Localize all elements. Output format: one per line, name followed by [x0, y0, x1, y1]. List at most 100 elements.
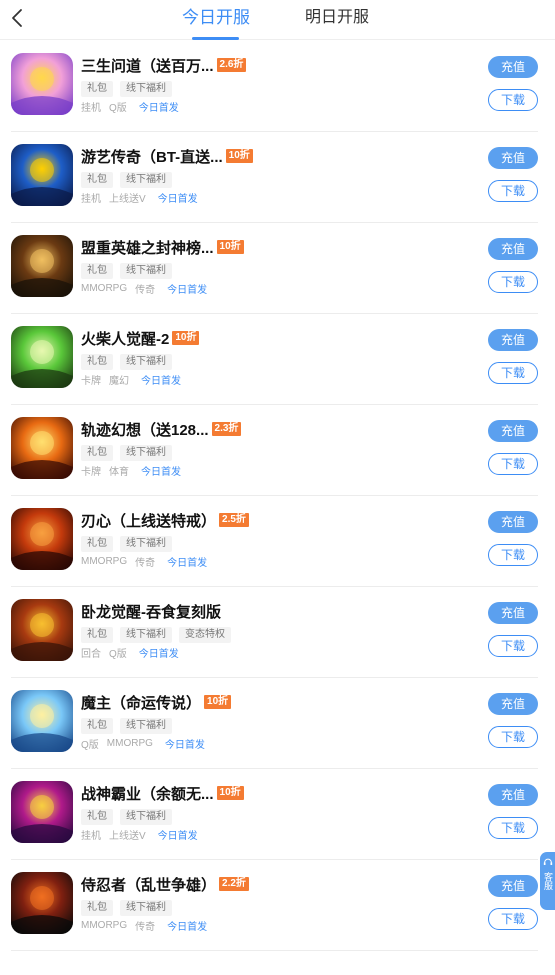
tab-tomorrow[interactable]: 明日开服 [305, 8, 369, 28]
game-app-icon[interactable] [11, 53, 73, 115]
game-tag: 线下福利 [120, 445, 172, 461]
recharge-button[interactable]: 充值 [488, 420, 538, 442]
game-app-icon[interactable] [11, 144, 73, 206]
download-button[interactable]: 下载 [488, 544, 538, 566]
game-tags: 礼包 线下福利 [81, 536, 179, 552]
game-list-item[interactable]: 侍忍者（乱世争雄） 2.2折 礼包 线下福利 MMORPG 传奇 今日首发 充值 下… [11, 860, 538, 951]
game-list-item[interactable]: 盟重英雄之封神榜... 10折 礼包 线下福利 MMORPG 传奇 今日首发 充值 … [11, 223, 538, 314]
game-tag: 礼包 [81, 263, 113, 279]
game-tag: 礼包 [81, 627, 113, 643]
game-meta: 挂机 上线送V 今日首发 [81, 190, 198, 205]
game-list: 三生问道（送百万... 2.6折 礼包 线下福利 挂机 Q版 今日首发 充值 下载 … [0, 41, 555, 951]
download-button[interactable]: 下载 [488, 635, 538, 657]
recharge-button[interactable]: 充值 [488, 147, 538, 169]
first-release-label: 今日首发 [164, 740, 205, 751]
game-list-item[interactable]: 轨迹幻想（送128... 2.3折 礼包 线下福利 卡牌 体育 今日首发 充值 下载 [11, 405, 538, 496]
game-meta: 卡牌 魔幻 今日首发 [81, 372, 181, 387]
recharge-button[interactable]: 充值 [488, 511, 538, 533]
game-tag: 礼包 [81, 445, 113, 461]
game-category: Q版 [109, 649, 127, 660]
game-title-row: 卧龙觉醒-吞食复刻版 [81, 601, 221, 621]
tab-tomorrow-label: 明日开服 [305, 9, 370, 26]
game-app-icon[interactable] [11, 690, 73, 752]
tab-active-underline [192, 37, 239, 40]
customer-service-button[interactable]: 客服 [540, 852, 555, 910]
game-list-item[interactable]: 火柴人觉醒-2 10折 礼包 线下福利 卡牌 魔幻 今日首发 充值 下载 [11, 314, 538, 405]
headset-icon [543, 858, 552, 865]
tab-today-label: 今日开服 [182, 8, 250, 27]
game-category: 传奇 [135, 922, 156, 933]
recharge-button[interactable]: 充值 [488, 238, 538, 260]
game-tag: 线下福利 [120, 809, 172, 825]
game-app-icon[interactable] [11, 599, 73, 661]
game-app-icon[interactable] [11, 872, 73, 934]
discount-badge: 2.6折 [216, 58, 247, 72]
discount-badge: 2.2折 [219, 877, 249, 891]
game-tag: 线下福利 [120, 172, 172, 188]
game-category: 体育 [109, 467, 129, 478]
recharge-button[interactable]: 充值 [488, 329, 538, 351]
download-button[interactable]: 下载 [488, 908, 538, 930]
game-tags: 礼包 线下福利 变态特权 [81, 627, 238, 643]
game-title-row: 魔主（命运传说） 10折 [81, 692, 232, 713]
game-tags: 礼包 线下福利 [81, 718, 179, 734]
recharge-button[interactable]: 充值 [488, 784, 538, 806]
game-title[interactable]: 三生问道（送百万... [81, 55, 214, 76]
download-button[interactable]: 下载 [488, 817, 538, 839]
top-nav-bar: 今日开服 明日开服 [0, 0, 555, 40]
game-title-row: 战神霸业（余额无... 10折 [81, 783, 244, 803]
download-button[interactable]: 下载 [488, 453, 538, 475]
game-tag: 礼包 [81, 718, 113, 734]
game-title[interactable]: 游艺传奇（BT-直送... [81, 146, 223, 167]
game-app-icon[interactable] [11, 235, 73, 297]
game-app-icon[interactable] [11, 508, 73, 570]
customer-service-label: 客服 [543, 872, 553, 890]
game-meta: 卡牌 体育 今日首发 [81, 463, 181, 478]
game-tag: 线下福利 [120, 536, 172, 552]
game-title[interactable]: 侍忍者（乱世争雄） [81, 874, 216, 895]
game-title[interactable]: 盟重英雄之封神榜... [81, 237, 214, 258]
first-release-label: 今日首发 [167, 922, 208, 933]
game-category: 挂机 [81, 831, 101, 842]
game-title[interactable]: 轨迹幻想（送128... [81, 419, 209, 440]
first-release-label: 今日首发 [138, 649, 179, 660]
game-tag: 线下福利 [120, 354, 172, 370]
game-app-icon[interactable] [11, 326, 73, 388]
game-title[interactable]: 魔主（命运传说） [81, 692, 201, 713]
game-tag: 线下福利 [120, 900, 172, 916]
recharge-button[interactable]: 充值 [488, 56, 538, 78]
game-list-item[interactable]: 战神霸业（余额无... 10折 礼包 线下福利 挂机 上线送V 今日首发 充值 下载 [11, 769, 538, 860]
recharge-button[interactable]: 充值 [488, 602, 538, 624]
game-tag: 线下福利 [120, 81, 172, 97]
first-release-label: 今日首发 [157, 831, 198, 842]
game-title[interactable]: 刃心（上线送特戒） [81, 510, 216, 531]
game-category: 魔幻 [109, 376, 129, 387]
game-list-item[interactable]: 卧龙觉醒-吞食复刻版 礼包 线下福利 变态特权 回合 Q版 今日首发 充值 下载 [11, 587, 538, 678]
recharge-button[interactable]: 充值 [488, 693, 538, 715]
download-button[interactable]: 下载 [488, 362, 538, 384]
game-app-icon[interactable] [11, 417, 73, 479]
tab-today[interactable]: 今日开服 [182, 8, 250, 40]
game-list-item[interactable]: 三生问道（送百万... 2.6折 礼包 线下福利 挂机 Q版 今日首发 充值 下载 [11, 41, 538, 132]
download-button[interactable]: 下载 [488, 180, 538, 202]
game-title[interactable]: 战神霸业（余额无... [81, 783, 214, 804]
game-list-item[interactable]: 刃心（上线送特戒） 2.5折 礼包 线下福利 MMORPG 传奇 今日首发 充值 下… [11, 496, 538, 587]
game-title-row: 三生问道（送百万... 2.6折 [81, 55, 247, 76]
game-title[interactable]: 火柴人觉醒-2 [81, 328, 169, 349]
game-meta: 挂机 上线送V 今日首发 [81, 827, 198, 842]
download-button[interactable]: 下载 [488, 726, 538, 748]
game-app-icon[interactable] [11, 781, 73, 843]
back-arrow-icon[interactable] [6, 6, 30, 30]
game-title[interactable]: 卧龙觉醒-吞食复刻版 [81, 601, 221, 622]
game-tag: 礼包 [81, 81, 113, 97]
game-category: 上线送V [109, 194, 146, 205]
game-title-row: 火柴人觉醒-2 10折 [81, 328, 200, 349]
game-list-item[interactable]: 游艺传奇（BT-直送... 10折 礼包 线下福利 挂机 上线送V 今日首发 充值 … [11, 132, 538, 223]
recharge-button[interactable]: 充值 [488, 875, 538, 897]
first-release-label: 今日首发 [167, 285, 208, 296]
game-category: 回合 [81, 649, 101, 660]
download-button[interactable]: 下载 [488, 89, 538, 111]
game-list-item[interactable]: 魔主（命运传说） 10折 礼包 线下福利 Q版 MMORPG 今日首发 充值 下载 [11, 678, 538, 769]
game-tag: 礼包 [81, 536, 113, 552]
download-button[interactable]: 下载 [488, 271, 538, 293]
